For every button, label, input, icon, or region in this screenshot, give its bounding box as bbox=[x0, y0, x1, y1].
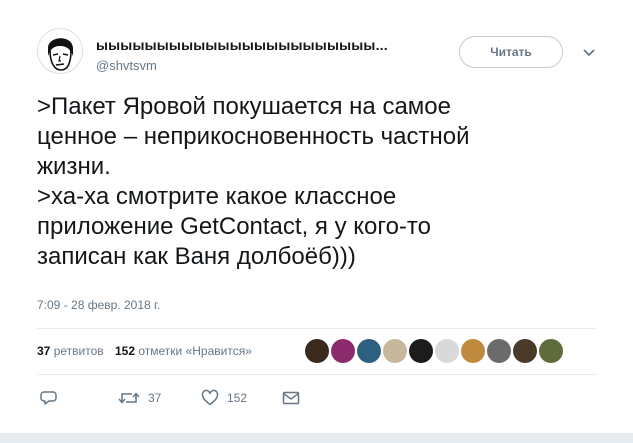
liker-avatar-2[interactable] bbox=[331, 339, 355, 363]
tweet-text-line: приложение GetContact, я у кого-то bbox=[37, 213, 431, 240]
direct-message-button[interactable] bbox=[282, 388, 300, 408]
liker-avatar-9[interactable] bbox=[513, 339, 537, 363]
retweets-label: ретвитов bbox=[53, 344, 104, 358]
likes-stat[interactable]: 152 отметки «Нравится» bbox=[115, 344, 252, 358]
liker-avatars bbox=[305, 339, 565, 363]
tweet-stats: 37 ретвитов 152 отметки «Нравится» bbox=[37, 344, 252, 358]
liker-avatar-5[interactable] bbox=[409, 339, 433, 363]
divider bbox=[37, 328, 597, 329]
envelope-icon bbox=[282, 391, 300, 405]
reply-icon bbox=[40, 391, 57, 405]
user-avatar[interactable] bbox=[37, 28, 83, 74]
chevron-down-icon[interactable] bbox=[582, 46, 596, 58]
tweet-card: ыыыыыыыыыыыыыыыыыыыыыыы... @shvtsvm Чита… bbox=[0, 0, 633, 433]
tweet-text-line: ценное – неприкосновенность частной bbox=[37, 123, 470, 150]
liker-avatar-10[interactable] bbox=[539, 339, 563, 363]
likes-label: отметки «Нравится» bbox=[138, 344, 252, 358]
divider bbox=[37, 374, 597, 375]
tweet-timestamp[interactable]: 7:09 - 28 февр. 2018 г. bbox=[37, 298, 160, 312]
liker-avatar-1[interactable] bbox=[305, 339, 329, 363]
likes-count: 152 bbox=[114, 344, 136, 358]
retweets-stat[interactable]: 37 ретвитов bbox=[37, 344, 104, 358]
user-handle[interactable]: @shvtsvm bbox=[96, 58, 157, 73]
tweet-text: >Пакет Яровой покушается на самое ценное… bbox=[37, 92, 597, 272]
liker-avatar-3[interactable] bbox=[357, 339, 381, 363]
heart-icon bbox=[201, 389, 219, 406]
liker-avatar-6[interactable] bbox=[435, 339, 459, 363]
like-count: 152 bbox=[227, 391, 248, 405]
like-button[interactable]: 152 bbox=[201, 388, 247, 408]
liker-avatar-4[interactable] bbox=[383, 339, 407, 363]
retweet-icon bbox=[118, 392, 140, 404]
display-name[interactable]: ыыыыыыыыыыыыыыыыыыыыыыы... bbox=[96, 37, 426, 53]
reply-button[interactable] bbox=[40, 388, 58, 408]
tweet-text-line: записан как Ваня долбоёб))) bbox=[37, 243, 356, 270]
tweet-text-line: жизни. bbox=[37, 153, 111, 180]
liker-avatar-7[interactable] bbox=[461, 339, 485, 363]
liker-avatar-8[interactable] bbox=[487, 339, 511, 363]
tweet-text-line: >Пакет Яровой покушается на самое bbox=[37, 93, 451, 120]
follow-button[interactable]: Читать bbox=[459, 36, 563, 68]
tweet-text-line: >ха-ха смотрите какое классное bbox=[37, 183, 397, 210]
retweet-button[interactable]: 37 bbox=[118, 388, 161, 408]
retweets-count: 37 bbox=[37, 344, 51, 358]
retweet-count: 37 bbox=[148, 391, 162, 405]
